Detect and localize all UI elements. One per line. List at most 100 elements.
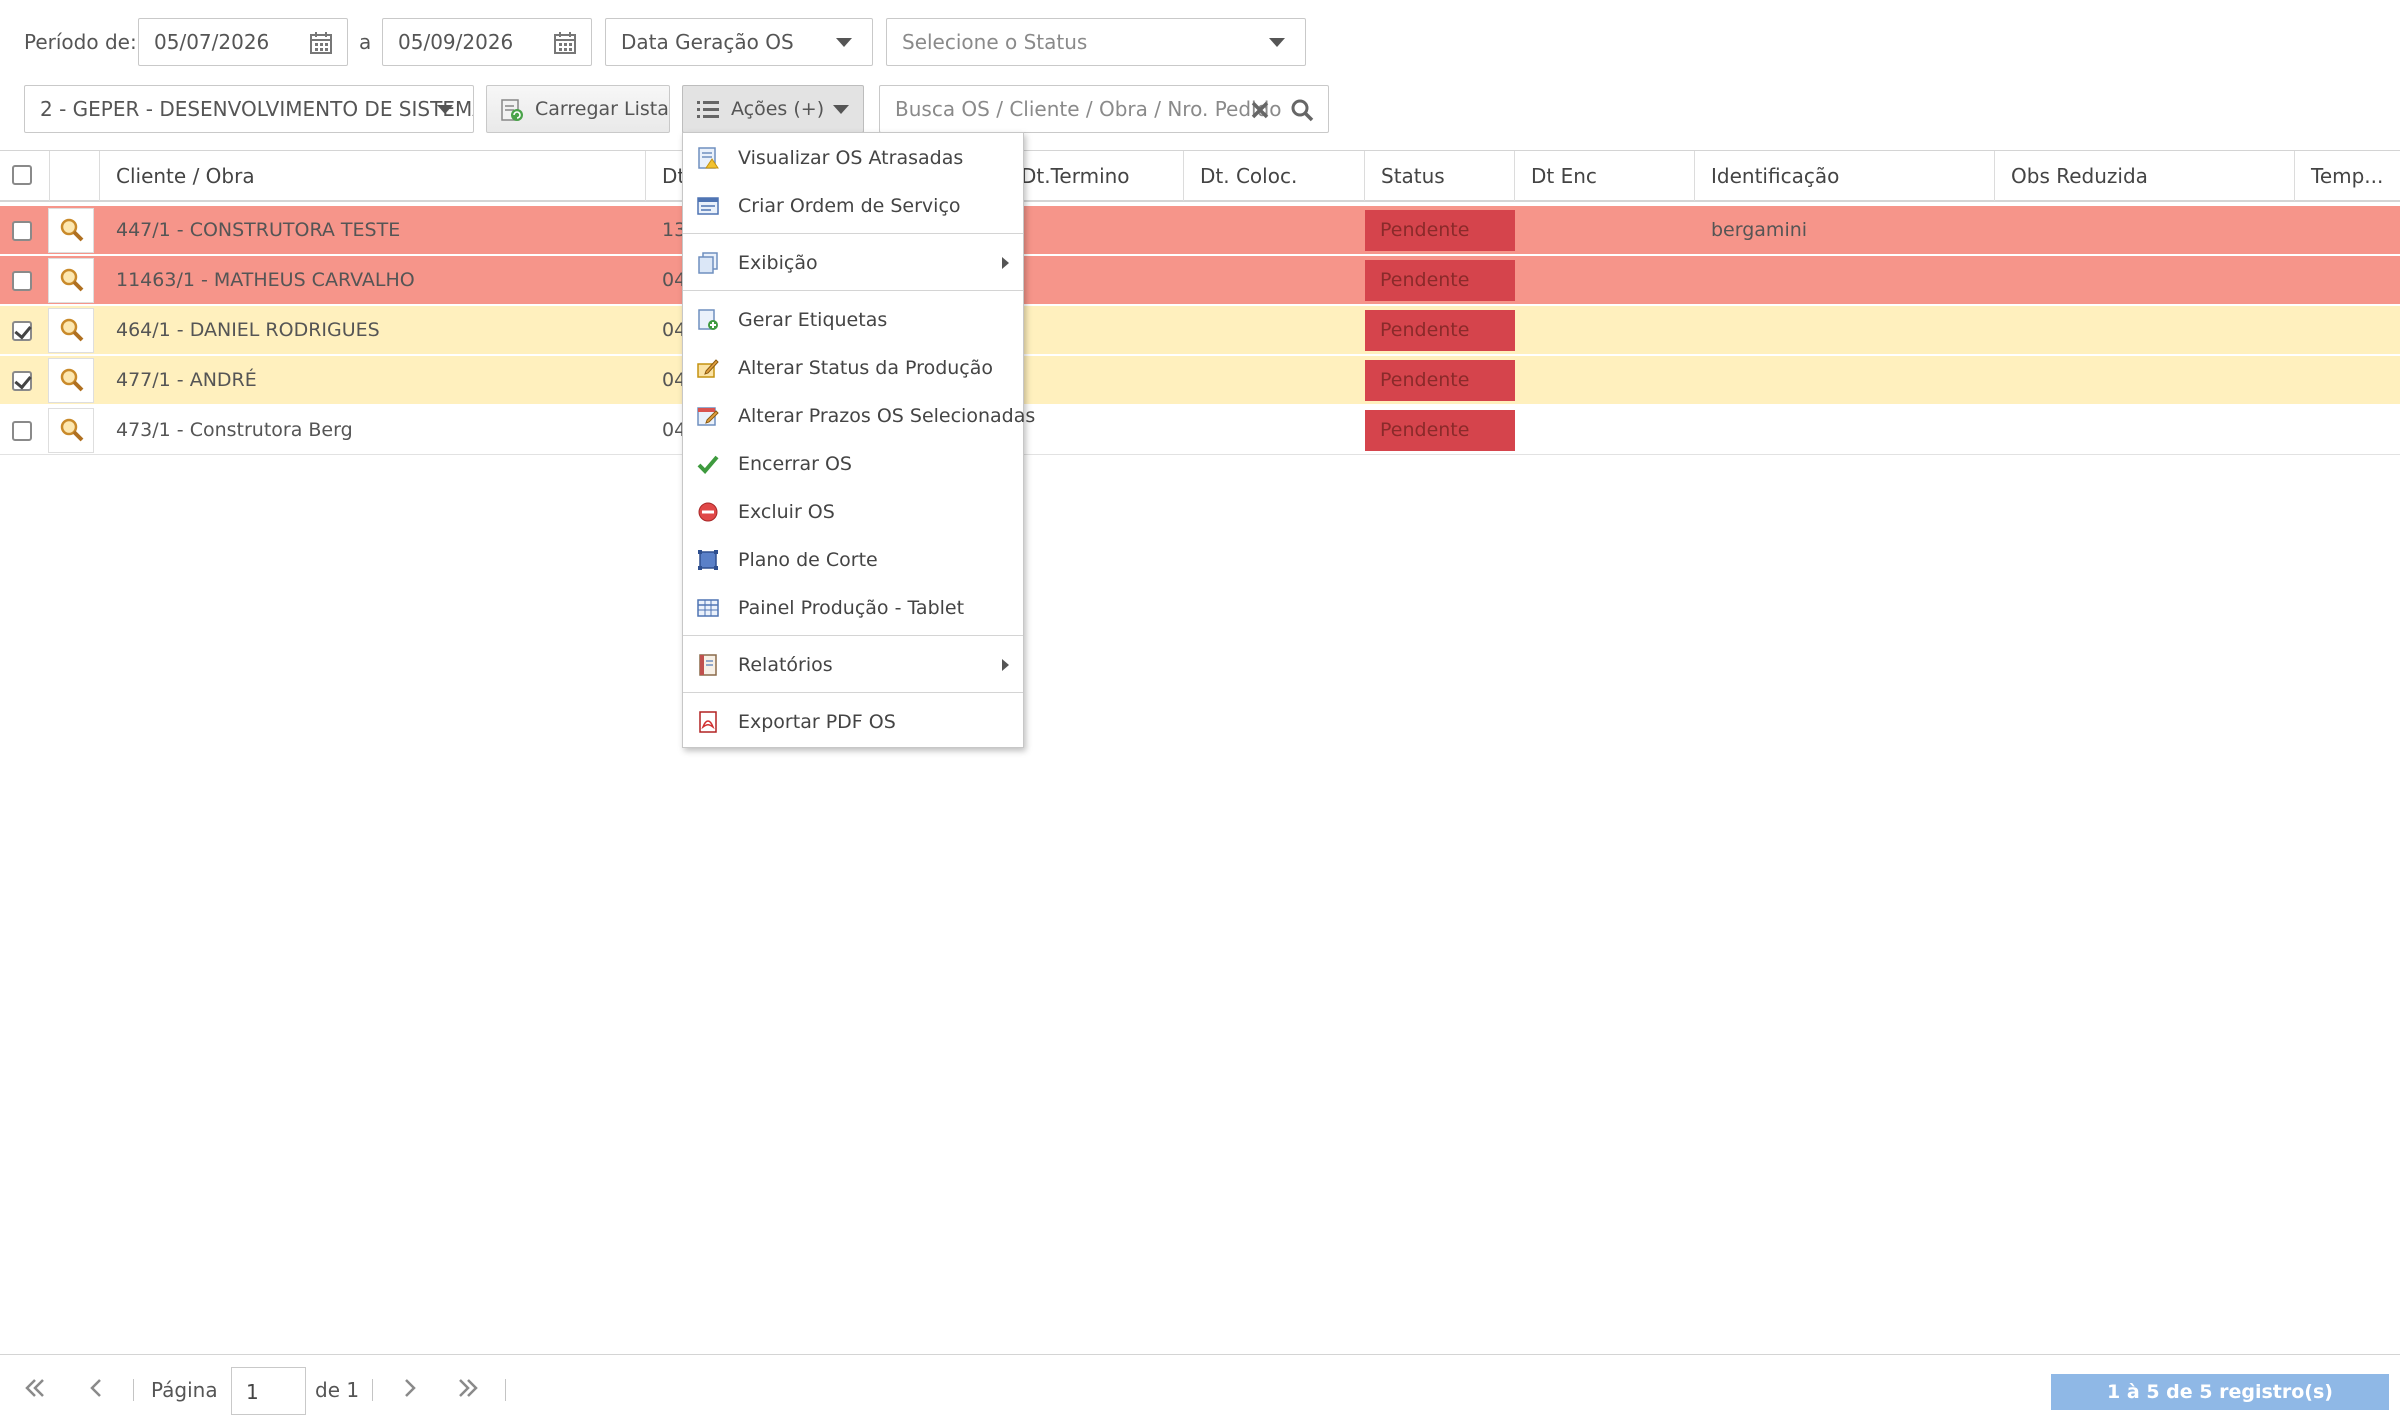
view-row-button[interactable]	[48, 408, 94, 453]
row-checkbox[interactable]	[12, 371, 32, 391]
menu-item-criar-ordem-servico[interactable]: Criar Ordem de Serviço	[683, 183, 1023, 229]
magnifier-icon	[60, 268, 84, 292]
copy-pages-icon	[698, 252, 718, 274]
cell-dt: 04	[662, 269, 686, 291]
row-checkbox[interactable]	[12, 271, 32, 291]
date-to-input[interactable]: 05/09/2026	[382, 18, 592, 66]
menu-item-encerrar-os[interactable]: Encerrar OS	[683, 441, 1023, 487]
calendar-icon[interactable]	[553, 31, 577, 55]
menu-item-visualizar-os-atrasadas[interactable]: Visualizar OS Atrasadas	[683, 135, 1023, 181]
column-header-dt-termino[interactable]: Dt.Termino	[1016, 151, 1184, 201]
menu-separator	[683, 290, 1023, 291]
menu-separator	[683, 692, 1023, 693]
table-row[interactable]: 11463/1 - MATHEUS CARVALHO 04 Pendente	[0, 256, 2400, 305]
menu-item-exibicao[interactable]: Exibição	[683, 240, 1023, 286]
pager-separator	[133, 1379, 134, 1401]
column-header-status[interactable]: Status	[1365, 151, 1515, 201]
view-row-button[interactable]	[48, 208, 94, 253]
cell-client: 464/1 - DANIEL RODRIGUES	[116, 319, 380, 341]
cell-dt: 04	[662, 369, 686, 391]
cut-plan-icon	[698, 550, 718, 570]
load-list-button[interactable]: Carregar Lista	[486, 85, 670, 133]
calendar-icon[interactable]	[309, 31, 333, 55]
menu-item-label: Painel Produção - Tablet	[738, 597, 965, 619]
view-row-button[interactable]	[48, 358, 94, 403]
cell-client: 447/1 - CONSTRUTORA TESTE	[116, 219, 401, 241]
row-checkbox[interactable]	[12, 421, 32, 441]
row-checkbox[interactable]	[12, 221, 32, 241]
page-count-label: de 1	[315, 1378, 360, 1402]
page-label: Página	[151, 1378, 218, 1402]
actions-menu: Visualizar OS Atrasadas Criar Ordem de S…	[682, 132, 1035, 748]
chevron-down-icon	[437, 105, 453, 114]
chevron-right-icon	[1002, 659, 1009, 671]
chevron-down-icon	[836, 38, 852, 47]
menu-item-plano-de-corte[interactable]: Plano de Corte	[683, 537, 1023, 583]
menu-item-label: Alterar Status da Produção	[738, 357, 994, 379]
magnifier-icon	[60, 418, 84, 442]
menu-item-label: Gerar Etiquetas	[738, 309, 888, 331]
grid-header: Cliente / Obra Dt Dt.Termino Dt. Coloc. …	[0, 150, 2400, 202]
form-icon	[697, 197, 719, 215]
select-all-checkbox[interactable]	[12, 165, 32, 185]
first-page-icon[interactable]	[22, 1375, 48, 1401]
table-row[interactable]: 477/1 - ANDRÉ 04 Pendente	[0, 356, 2400, 405]
chevron-right-icon	[1002, 257, 1009, 269]
menu-item-excluir-os[interactable]: Excluir OS	[683, 489, 1023, 535]
next-page-icon[interactable]	[396, 1375, 422, 1401]
menu-item-exportar-pdf-os[interactable]: Exportar PDF OS	[683, 699, 1023, 745]
check-icon	[697, 455, 719, 474]
menu-item-painel-producao-tablet[interactable]: Painel Produção - Tablet	[683, 585, 1023, 631]
last-page-icon[interactable]	[455, 1375, 481, 1401]
date-from-input[interactable]: 05/07/2026	[138, 18, 348, 66]
date-type-select[interactable]: Data Geração OS	[605, 18, 873, 66]
report-warning-icon	[698, 147, 719, 169]
status-placeholder: Selecione o Status	[902, 30, 1088, 54]
status-badge: Pendente	[1365, 260, 1515, 301]
column-header-temp[interactable]: Temp...	[2295, 151, 2400, 201]
status-badge: Pendente	[1365, 410, 1515, 451]
cell-identificacao: bergamini	[1711, 219, 1808, 241]
header-select-all[interactable]	[0, 151, 50, 201]
table-row[interactable]: 464/1 - DANIEL RODRIGUES 04 Pendente	[0, 306, 2400, 355]
search-icon[interactable]	[1290, 98, 1314, 122]
between-label: a	[359, 30, 372, 54]
table-row[interactable]: 473/1 - Construtora Berg 04 Pendente	[0, 406, 2400, 455]
clear-icon[interactable]	[1250, 100, 1270, 120]
cell-client: 473/1 - Construtora Berg	[116, 419, 353, 441]
date-to-value: 05/09/2026	[398, 30, 514, 54]
row-checkbox[interactable]	[12, 321, 32, 341]
actions-label: Ações (+)	[731, 98, 825, 120]
column-header-client[interactable]: Cliente / Obra	[100, 151, 646, 201]
column-header-dt-enc[interactable]: Dt Enc	[1515, 151, 1695, 201]
page-number-input[interactable]: 1	[231, 1367, 306, 1415]
reload-list-icon	[501, 99, 523, 121]
menu-item-label: Exibição	[738, 252, 818, 274]
menu-item-label: Visualizar OS Atrasadas	[738, 147, 964, 169]
period-label: Período de:	[24, 30, 137, 54]
status-badge: Pendente	[1365, 310, 1515, 351]
company-value: 2 - GEPER - DESENVOLVIMENTO DE SISTEMAS	[40, 97, 474, 121]
column-header-identificacao[interactable]: Identificação	[1695, 151, 1995, 201]
menu-separator	[683, 233, 1023, 234]
status-badge: Pendente	[1365, 210, 1515, 251]
view-row-button[interactable]	[48, 308, 94, 353]
delete-circle-icon	[698, 502, 718, 522]
list-icon	[697, 101, 719, 118]
menu-item-gerar-etiquetas[interactable]: Gerar Etiquetas	[683, 297, 1023, 343]
view-row-button[interactable]	[48, 258, 94, 303]
menu-item-alterar-status-producao[interactable]: Alterar Status da Produção	[683, 345, 1023, 391]
magnifier-icon	[60, 318, 84, 342]
edit-pencil-icon	[697, 359, 719, 378]
search-input[interactable]: Busca OS / Cliente / Obra / Nro. Pedido	[879, 85, 1329, 133]
menu-item-alterar-prazos[interactable]: Alterar Prazos OS Selecionadas	[683, 393, 1035, 439]
column-header-obs-reduzida[interactable]: Obs Reduzida	[1995, 151, 2295, 201]
column-header-dt-coloc[interactable]: Dt. Coloc.	[1184, 151, 1365, 201]
company-select[interactable]: 2 - GEPER - DESENVOLVIMENTO DE SISTEMAS	[24, 85, 474, 133]
menu-item-relatorios[interactable]: Relatórios	[683, 642, 1023, 688]
table-row[interactable]: 447/1 - CONSTRUTORA TESTE 13 Pendente be…	[0, 206, 2400, 255]
actions-button[interactable]: Ações (+)	[682, 85, 864, 133]
status-select[interactable]: Selecione o Status	[886, 18, 1306, 66]
chevron-down-icon	[1269, 38, 1285, 47]
previous-page-icon[interactable]	[84, 1375, 110, 1401]
